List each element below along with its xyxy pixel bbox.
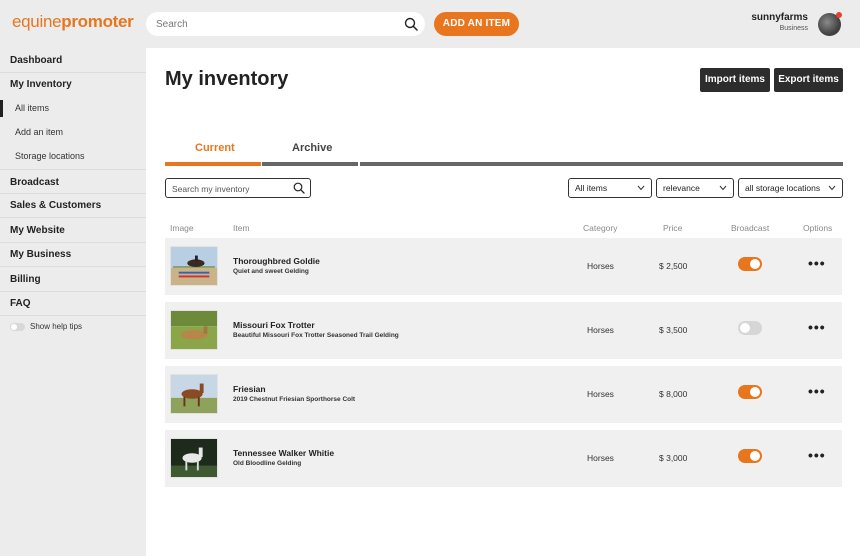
toggle-knob [750,387,760,397]
table-row[interactable]: Thoroughbred Goldie Quiet and sweet Geld… [165,238,842,295]
search-icon[interactable] [293,182,305,194]
brand-logo[interactable]: equinepromoter [12,12,134,32]
item-category: Horses [587,325,614,335]
column-header-category: Category [583,223,618,233]
notification-dot-icon [836,12,842,18]
column-header-price: Price [663,223,683,233]
column-header-item: Item [233,223,250,233]
chevron-down-icon [719,185,727,191]
tab-archive[interactable]: Archive [292,142,332,154]
jumping-horse-photo-icon[interactable] [170,246,218,286]
storage-location-select[interactable]: all storage locations [738,178,843,198]
toggle-knob [740,323,750,333]
toggle-knob [750,259,760,269]
sort-value: relevance [663,183,700,193]
item-price: $ 3,000 [659,453,688,463]
user-role: Business [779,25,808,32]
sidebar-item-my-website[interactable]: My Website [0,218,146,243]
item-price: $ 3,500 [659,325,688,335]
options-menu-icon[interactable]: ••• [808,320,828,334]
tab-archive-underline [262,162,358,166]
item-description: Quiet and sweet Gelding [233,268,309,275]
chevron-down-icon [828,185,836,191]
item-name[interactable]: Tennessee Walker Whitie [233,448,334,458]
sidebar-item-sales-customers[interactable]: Sales & Customers [0,194,146,218]
column-header-broadcast: Broadcast [731,223,770,233]
item-name[interactable]: Missouri Fox Trotter [233,320,315,330]
item-price: $ 2,500 [659,261,688,271]
item-category: Horses [587,261,614,271]
options-menu-icon[interactable]: ••• [808,384,828,398]
table-row[interactable]: Tennessee Walker Whitie Old Bloodline Ge… [165,430,842,487]
tab-current[interactable]: Current [195,142,235,154]
toggle-knob [11,324,17,330]
sidebar-item-my-business[interactable]: My Business [0,243,146,267]
broadcast-toggle[interactable] [738,321,762,335]
options-menu-icon[interactable]: ••• [808,256,828,270]
column-header-options: Options [803,223,833,233]
search-icon[interactable] [404,17,418,31]
sidebar-subitem-add-item[interactable]: Add an item [0,124,146,141]
sidebar-item-faq[interactable]: FAQ [0,292,146,316]
item-category: Horses [587,453,614,463]
item-description: Beautiful Missouri Fox Trotter Seasoned … [233,332,399,339]
page-title: My inventory [165,68,289,90]
white-horse-photo-icon[interactable] [170,438,218,478]
item-description: 2019 Chestnut Friesian Sporthorse Colt [233,396,356,403]
import-items-button[interactable]: Import items [700,68,770,92]
sidebar-item-broadcast[interactable]: Broadcast [0,169,146,194]
avatar[interactable] [818,12,842,36]
sidebar-item-dashboard[interactable]: Dashboard [0,48,146,73]
user-name[interactable]: sunnyfarms [751,12,808,23]
help-tips-toggle[interactable] [10,323,25,331]
chestnut-horse-photo-icon[interactable] [170,374,218,414]
sidebar-item-billing[interactable]: Billing [0,267,146,292]
item-type-value: All items [575,183,608,193]
column-header-image: Image [170,223,194,233]
sort-select[interactable]: relevance [656,178,734,198]
lying-horse-photo-icon[interactable] [170,310,218,350]
options-menu-icon[interactable]: ••• [808,448,828,462]
storage-location-value: all storage locations [745,183,821,193]
broadcast-toggle[interactable] [738,257,762,271]
top-header: equinepromoter ADD AN ITEM sunnyfarms Bu… [0,0,860,48]
inventory-search [165,178,311,198]
sidebar-subitem-all-items[interactable]: All items [0,100,146,117]
help-tips-label: Show help tips [30,322,83,331]
tab-divider-line [360,162,843,166]
sidebar-item-my-inventory[interactable]: My Inventory [0,73,146,97]
item-category: Horses [587,389,614,399]
table-row[interactable]: Friesian 2019 Chestnut Friesian Sporthor… [165,366,842,423]
broadcast-toggle[interactable] [738,449,762,463]
sidebar: Dashboard My Inventory All items Add an … [0,48,146,556]
toggle-knob [750,451,760,461]
item-description: Old Bloodline Gelding [233,460,302,467]
sidebar-subitem-storage-locations[interactable]: Storage locations [0,148,146,165]
tab-current-underline [165,162,261,166]
chevron-down-icon [637,185,645,191]
item-price: $ 8,000 [659,389,688,399]
add-item-button[interactable]: ADD AN ITEM [434,12,519,36]
export-items-button[interactable]: Export items [774,68,843,92]
item-name[interactable]: Thoroughbred Goldie [233,256,320,266]
item-type-select[interactable]: All items [568,178,652,198]
global-search [146,12,425,36]
broadcast-toggle[interactable] [738,385,762,399]
inventory-search-input[interactable] [172,182,287,195]
item-name[interactable]: Friesian [233,384,266,394]
table-row[interactable]: Missouri Fox Trotter Beautiful Missouri … [165,302,842,359]
global-search-input[interactable] [156,15,391,33]
